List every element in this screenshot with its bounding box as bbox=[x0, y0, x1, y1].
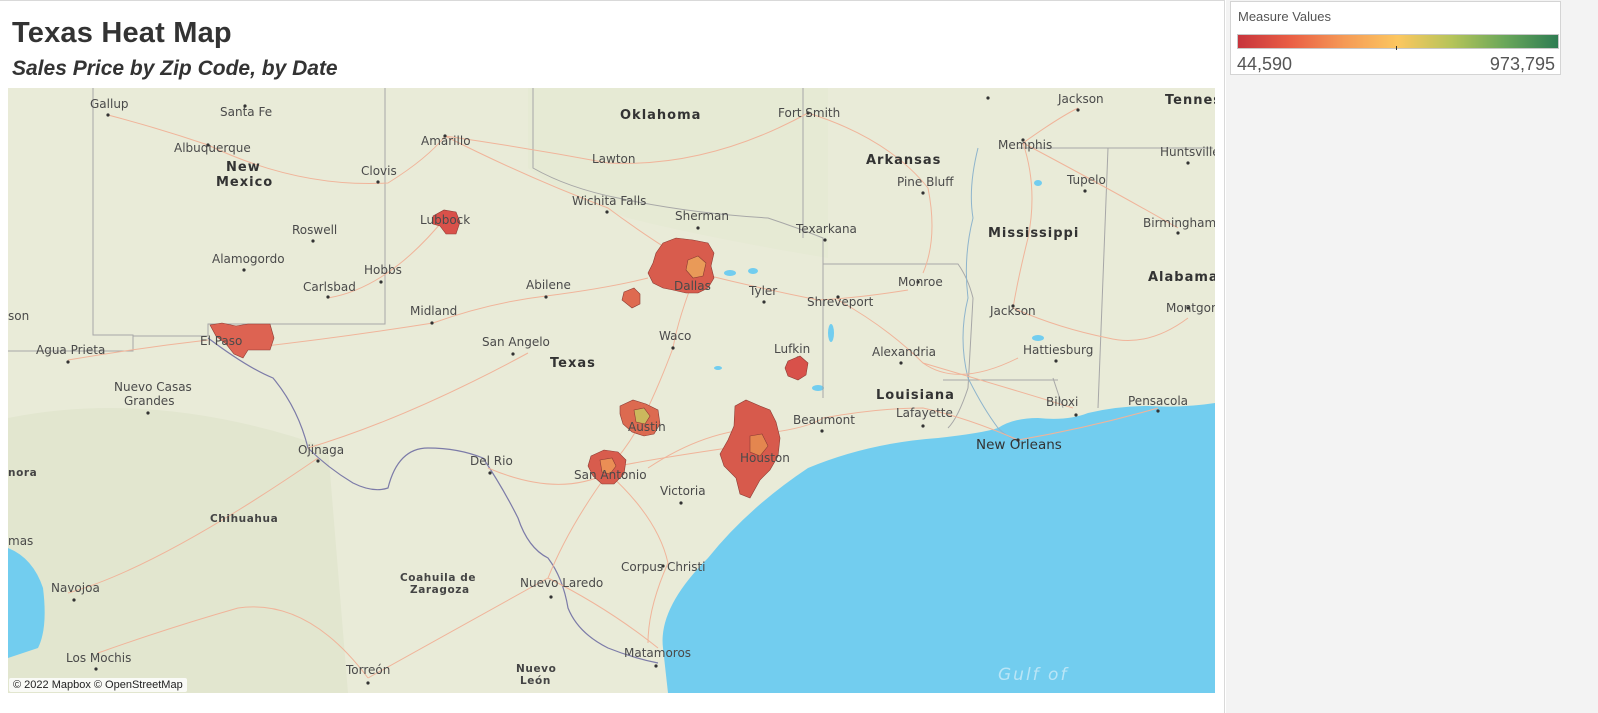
city-label-nuevo-casas-grandes-2: Grandes bbox=[124, 394, 174, 408]
city-label-tucson-partial: son bbox=[8, 309, 29, 323]
city-label-hattiesburg: Hattiesburg bbox=[1023, 343, 1093, 357]
city-label-ojinaga: Ojinaga bbox=[298, 443, 344, 457]
terrain-west bbox=[8, 408, 348, 693]
legend-max-value: 973,795 bbox=[1489, 54, 1555, 74]
city-label-matamoros: Matamoros bbox=[624, 646, 691, 660]
city-label-sherman: Sherman bbox=[675, 209, 729, 223]
city-label-albuquerque: Albuquerque bbox=[174, 141, 251, 155]
city-label-lubbock: Lubbock bbox=[420, 213, 470, 227]
city-label-sonora-partial: nora bbox=[8, 467, 37, 479]
city-label-roswell: Roswell bbox=[292, 223, 337, 237]
city-label-birmingham: Birmingham bbox=[1143, 216, 1215, 230]
city-label-beaumont: Beaumont bbox=[793, 413, 855, 427]
legend-min-value: 44,590 bbox=[1237, 54, 1293, 74]
city-label-texarkana: Texarkana bbox=[795, 222, 857, 236]
map-attribution[interactable]: © 2022 Mapbox © OpenStreetMap bbox=[9, 678, 187, 692]
city-label-jackson-tn: Jackson bbox=[1057, 92, 1104, 106]
region-label-chihuahua: Chihuahua bbox=[210, 513, 278, 525]
city-label-huntsville: Huntsville bbox=[1160, 145, 1215, 159]
region-label-oklahoma: Oklahoma bbox=[620, 108, 701, 123]
dashboard: Texas Heat Map Sales Price by Zip Code, … bbox=[0, 0, 1225, 713]
city-label-pensacola: Pensacola bbox=[1128, 394, 1188, 408]
region-label-nuevo-leon-1: Nuevo bbox=[516, 663, 556, 675]
city-label-mas-partial: mas bbox=[8, 534, 33, 548]
city-label-navojoa: Navojoa bbox=[51, 581, 100, 595]
water-label-gulf: Gulf of bbox=[998, 665, 1069, 685]
city-label-lawton: Lawton bbox=[592, 152, 636, 166]
city-label-los-mochis: Los Mochis bbox=[66, 651, 131, 665]
city-label-fort-smith: Fort Smith bbox=[778, 106, 840, 120]
city-label-jackson-ms: Jackson bbox=[989, 304, 1036, 318]
city-label-lufkin: Lufkin bbox=[774, 342, 810, 356]
color-legend[interactable]: Measure Values 44,590 973,795 bbox=[1230, 1, 1561, 75]
legend-panel: Measure Values 44,590 973,795 bbox=[1226, 0, 1598, 713]
city-label-tyler: Tyler bbox=[748, 284, 777, 298]
legend-midpoint-tick bbox=[1396, 46, 1397, 50]
city-label-pine-bluff: Pine Bluff bbox=[897, 175, 954, 189]
page-title: Texas Heat Map bbox=[12, 17, 232, 49]
city-label-midland: Midland bbox=[410, 304, 457, 318]
city-label-gallup: Gallup bbox=[90, 97, 129, 111]
city-label-agua-prieta: Agua Prieta bbox=[36, 343, 105, 357]
city-label-carlsbad: Carlsbad bbox=[303, 280, 356, 294]
region-label-new-mexico-1: New bbox=[226, 160, 261, 175]
city-label-torreon: Torreón bbox=[345, 663, 390, 677]
region-label-mississippi: Mississippi bbox=[988, 226, 1079, 241]
city-label-abilene: Abilene bbox=[526, 278, 571, 292]
page-subtitle: Sales Price by Zip Code, by Date bbox=[12, 57, 338, 80]
legend-title: Measure Values bbox=[1238, 9, 1331, 24]
city-label-san-antonio: San Antonio bbox=[574, 468, 647, 482]
city-label-memphis: Memphis bbox=[998, 138, 1052, 152]
city-label-tupelo: Tupelo bbox=[1066, 173, 1106, 187]
city-label-el-paso: El Paso bbox=[200, 334, 242, 348]
city-label-waco: Waco bbox=[659, 329, 691, 343]
region-label-new-mexico-2: Mexico bbox=[216, 175, 273, 190]
city-label-new-orleans: New Orleans bbox=[976, 437, 1062, 453]
city-label-shreveport: Shreveport bbox=[807, 295, 874, 309]
region-label-louisiana: Louisiana bbox=[876, 388, 955, 403]
legend-color-ramp bbox=[1237, 34, 1559, 49]
region-label-nuevo-leon-2: León bbox=[520, 675, 551, 687]
region-label-tennessee: Tennes bbox=[1165, 93, 1215, 108]
region-label-coahuila-1: Coahuila de bbox=[400, 572, 476, 584]
city-label-alamogordo: Alamogordo bbox=[212, 252, 285, 266]
city-label-del-rio: Del Rio bbox=[470, 454, 513, 468]
city-label-santa-fe: Santa Fe bbox=[220, 105, 272, 119]
city-label-alexandria: Alexandria bbox=[872, 345, 936, 359]
city-label-clovis: Clovis bbox=[361, 164, 397, 178]
region-label-coahuila-2: Zaragoza bbox=[410, 584, 470, 596]
city-label-houston: Houston bbox=[740, 451, 790, 465]
city-label-lafayette: Lafayette bbox=[896, 406, 953, 420]
city-label-nuevo-casas-grandes-1: Nuevo Casas bbox=[114, 380, 192, 394]
city-label-hobbs: Hobbs bbox=[364, 263, 402, 277]
city-label-austin: Austin bbox=[628, 420, 666, 434]
city-label-biloxi: Biloxi bbox=[1046, 395, 1078, 409]
city-label-dallas: Dallas bbox=[674, 279, 711, 293]
map-canvas[interactable]: Oklahoma Arkansas New Mexico Texas Missi… bbox=[8, 88, 1215, 693]
city-label-wichita-falls: Wichita Falls bbox=[572, 194, 646, 208]
city-label-san-angelo: San Angelo bbox=[482, 335, 550, 349]
heat-map[interactable]: Oklahoma Arkansas New Mexico Texas Missi… bbox=[8, 88, 1215, 693]
region-label-texas: Texas bbox=[550, 356, 596, 371]
city-label-victoria: Victoria bbox=[660, 484, 706, 498]
region-label-arkansas: Arkansas bbox=[866, 153, 941, 168]
city-label-corpus-christi: Corpus Christi bbox=[621, 560, 706, 574]
city-label-montgomery: Montgom bbox=[1166, 301, 1215, 315]
city-label-monroe: Monroe bbox=[898, 275, 943, 289]
region-label-alabama: Alabama bbox=[1148, 270, 1215, 285]
city-label-nuevo-laredo: Nuevo Laredo bbox=[520, 576, 603, 590]
city-label-amarillo: Amarillo bbox=[421, 134, 471, 148]
